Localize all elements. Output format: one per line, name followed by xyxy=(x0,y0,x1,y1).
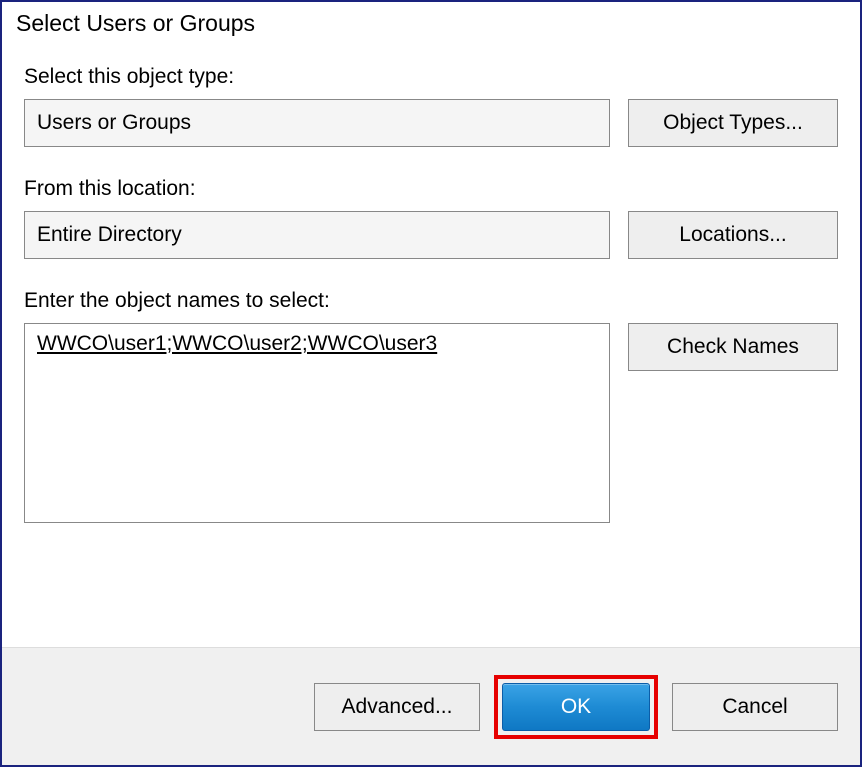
advanced-button[interactable]: Advanced... xyxy=(314,683,480,731)
dialog-footer: Advanced... OK Cancel xyxy=(2,647,860,765)
object-type-label: Select this object type: xyxy=(24,65,838,89)
ok-button[interactable]: OK xyxy=(502,683,650,731)
ok-highlight: OK xyxy=(494,675,658,739)
object-names-label: Enter the object names to select: xyxy=(24,289,838,313)
location-label: From this location: xyxy=(24,177,838,201)
cancel-button[interactable]: Cancel xyxy=(672,683,838,731)
locations-button[interactable]: Locations... xyxy=(628,211,838,259)
object-names-input[interactable] xyxy=(24,323,610,523)
select-users-groups-dialog: Select Users or Groups Select this objec… xyxy=(0,0,862,767)
object-type-field: Users or Groups xyxy=(24,99,610,147)
object-types-button[interactable]: Object Types... xyxy=(628,99,838,147)
location-field: Entire Directory xyxy=(24,211,610,259)
check-names-button[interactable]: Check Names xyxy=(628,323,838,371)
dialog-content: Select this object type: Users or Groups… xyxy=(2,37,860,647)
dialog-title: Select Users or Groups xyxy=(2,2,860,37)
